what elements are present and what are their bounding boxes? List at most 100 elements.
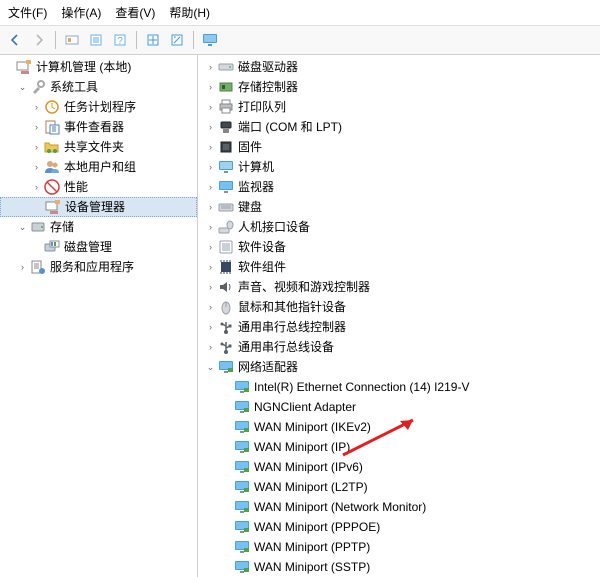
expander-closed-icon[interactable]: › [30, 161, 43, 174]
monitor-button[interactable] [199, 29, 221, 51]
tree-local-users[interactable]: › 本地用户和组 [0, 157, 197, 177]
toolbar-btn-a[interactable] [142, 29, 164, 51]
expander-closed-icon[interactable]: › [204, 181, 217, 194]
tree-root-computer-mgmt[interactable]: 计算机管理 (本地) [0, 57, 197, 77]
expander-closed-icon[interactable]: › [204, 281, 217, 294]
expander-open-icon[interactable]: ⌄ [16, 221, 29, 234]
device-ports[interactable]: › 端口 (COM 和 LPT) [198, 117, 600, 137]
expander-closed-icon[interactable]: › [204, 321, 217, 334]
device-label: 网络适配器 [238, 357, 298, 377]
network-adapter-item[interactable]: WAN Miniport (IP) [198, 437, 600, 457]
tree-disk-management[interactable]: 磁盘管理 [0, 237, 197, 257]
expander-closed-icon[interactable]: › [204, 141, 217, 154]
tree-services-apps[interactable]: › 服务和应用程序 [0, 257, 197, 277]
network-adapter-item[interactable]: WAN Miniport (SSTP) [198, 557, 600, 577]
device-hid[interactable]: ›人机接口设备 [198, 217, 600, 237]
expander-closed-icon[interactable]: › [204, 101, 217, 114]
device-label: 磁盘驱动器 [238, 57, 298, 77]
tree-device-manager[interactable]: 设备管理器 [0, 197, 197, 217]
device-computer[interactable]: ›计算机 [198, 157, 600, 177]
adapter-label: WAN Miniport (PPTP) [254, 537, 370, 557]
storage-icon [30, 219, 46, 235]
tree-event-viewer[interactable]: › 事件查看器 [0, 117, 197, 137]
clock-icon [44, 99, 60, 115]
adapter-label: WAN Miniport (IPv6) [254, 457, 363, 477]
device-disk-drives[interactable]: › 磁盘驱动器 [198, 57, 600, 77]
expander-closed-icon[interactable]: › [204, 161, 217, 174]
device-label: 监视器 [238, 177, 274, 197]
device-firmware[interactable]: ›固件 [198, 137, 600, 157]
expander-closed-icon[interactable]: › [204, 341, 217, 354]
expander-closed-icon[interactable]: › [204, 81, 217, 94]
device-label: 端口 (COM 和 LPT) [238, 117, 342, 137]
device-sound[interactable]: › 声音、视频和游戏控制器 [198, 277, 600, 297]
tree-task-scheduler[interactable]: › 任务计划程序 [0, 97, 197, 117]
device-keyboards[interactable]: ›键盘 [198, 197, 600, 217]
device-monitors[interactable]: › 监视器 [198, 177, 600, 197]
menu-view[interactable]: 查看(V) [115, 4, 155, 21]
network-adapter-item[interactable]: WAN Miniport (PPTP) [198, 537, 600, 557]
menu-file[interactable]: 文件(F) [8, 4, 47, 21]
left-tree-pane[interactable]: 计算机管理 (本地) ⌄ 系统工具 › 任务计划程序 › 事件查看器 › 共享文… [0, 55, 198, 577]
network-adapter-item[interactable]: WAN Miniport (L2TP) [198, 477, 600, 497]
device-label: 软件设备 [238, 237, 286, 257]
device-label: 软件组件 [238, 257, 286, 277]
network-adapter-item[interactable]: WAN Miniport (PPPOE) [198, 517, 600, 537]
device-mice[interactable]: › 鼠标和其他指针设备 [198, 297, 600, 317]
tree-storage[interactable]: ⌄ 存储 [0, 217, 197, 237]
tree-system-tools[interactable]: ⌄ 系统工具 [0, 77, 197, 97]
menubar: 文件(F) 操作(A) 查看(V) 帮助(H) [0, 0, 600, 26]
menu-help[interactable]: 帮助(H) [169, 4, 210, 21]
network-adapter-icon [234, 399, 250, 415]
tree-shared-folders[interactable]: › 共享文件夹 [0, 137, 197, 157]
device-network-adapters[interactable]: ⌄ 网络适配器 [198, 357, 600, 377]
scan-button[interactable] [61, 29, 83, 51]
tree-performance[interactable]: › 性能 [0, 177, 197, 197]
help-button[interactable]: ? [109, 29, 131, 51]
expander-closed-icon[interactable]: › [204, 121, 217, 134]
right-tree-pane[interactable]: ›磁盘驱动器 ›存储控制器 ›打印队列 ›端口 (COM 和 LPT) ›固件 … [198, 55, 600, 577]
expander-closed-icon[interactable]: › [16, 261, 29, 274]
network-adapter-item[interactable]: WAN Miniport (IPv6) [198, 457, 600, 477]
expander-closed-icon[interactable]: › [204, 301, 217, 314]
properties-button[interactable] [85, 29, 107, 51]
expander-closed-icon[interactable]: › [30, 141, 43, 154]
forward-button[interactable] [28, 29, 50, 51]
printer-icon [218, 99, 234, 115]
expander-closed-icon[interactable]: › [204, 201, 217, 214]
expander-closed-icon[interactable]: › [30, 181, 43, 194]
device-print-queues[interactable]: ›打印队列 [198, 97, 600, 117]
back-button[interactable] [4, 29, 26, 51]
usb-icon [218, 319, 234, 335]
device-software-components[interactable]: › 软件组件 [198, 257, 600, 277]
expander-closed-icon[interactable]: › [30, 101, 43, 114]
device-label: 鼠标和其他指针设备 [238, 297, 346, 317]
expander-open-icon[interactable]: ⌄ [16, 81, 29, 94]
expander-closed-icon[interactable]: › [30, 121, 43, 134]
expander-closed-icon[interactable]: › [204, 261, 217, 274]
expander-open-icon[interactable]: ⌄ [204, 361, 217, 374]
expander-closed-icon[interactable]: › [204, 221, 217, 234]
network-adapter-item[interactable]: WAN Miniport (IKEv2) [198, 417, 600, 437]
expander-closed-icon[interactable]: › [204, 241, 217, 254]
network-adapter-item[interactable]: Intel(R) Ethernet Connection (14) I219-V [198, 377, 600, 397]
network-adapter-icon [218, 359, 234, 375]
device-label: 声音、视频和游戏控制器 [238, 277, 370, 297]
network-adapter-item[interactable]: NGNClient Adapter [198, 397, 600, 417]
menu-action[interactable]: 操作(A) [61, 4, 101, 21]
device-usb-controllers[interactable]: › 通用串行总线控制器 [198, 317, 600, 337]
disk-drive-icon [218, 59, 234, 75]
toolbar: ? [0, 26, 600, 55]
device-usb-devices[interactable]: ›通用串行总线设备 [198, 337, 600, 357]
hid-icon [218, 219, 234, 235]
users-icon [44, 159, 60, 175]
expander-closed-icon[interactable]: › [204, 61, 217, 74]
device-label: 通用串行总线控制器 [238, 317, 346, 337]
device-software-devices[interactable]: › 软件设备 [198, 237, 600, 257]
network-adapter-icon [234, 379, 250, 395]
device-storage-controllers[interactable]: ›存储控制器 [198, 77, 600, 97]
network-adapter-icon [234, 419, 250, 435]
toolbar-btn-b[interactable] [166, 29, 188, 51]
tools-icon [30, 79, 46, 95]
network-adapter-item[interactable]: WAN Miniport (Network Monitor) [198, 497, 600, 517]
